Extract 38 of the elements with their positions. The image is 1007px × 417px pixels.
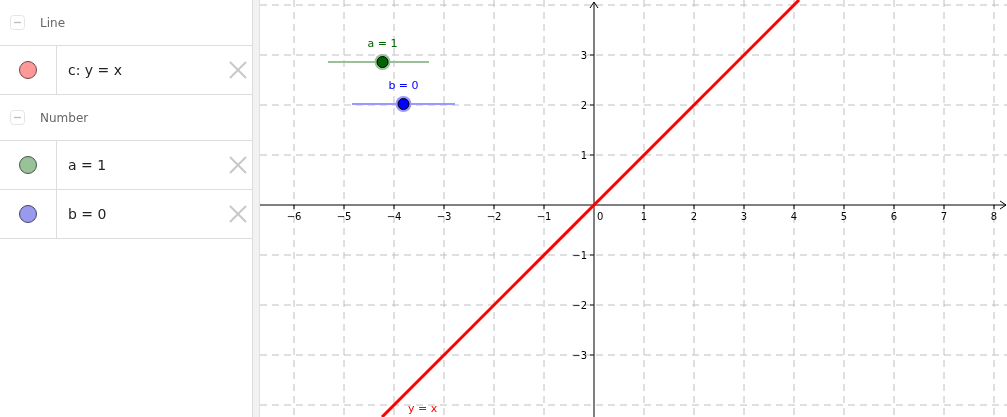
tick-label: −1	[536, 211, 552, 222]
graph-line[interactable]	[380, 0, 801, 417]
slider-label: a = 1	[367, 37, 398, 50]
collapse-toggle[interactable]	[10, 15, 25, 30]
slider-thumb[interactable]	[374, 54, 391, 70]
visibility-toggle[interactable]	[19, 205, 37, 223]
tick-label: 7	[940, 211, 948, 222]
tick-label: −2	[486, 211, 502, 222]
line-label: y = x	[408, 402, 438, 415]
algebra-input[interactable]: b = 0	[68, 206, 229, 222]
splitter-handle[interactable]	[253, 0, 260, 417]
collapse-toggle[interactable]	[10, 110, 25, 125]
tick-label: 3	[740, 211, 748, 222]
tick-label: −4	[386, 211, 402, 222]
visibility-toggle[interactable]	[19, 156, 37, 174]
tick-label: −1	[572, 250, 587, 261]
tick-label: 4	[790, 211, 798, 222]
tick-label: 2	[690, 211, 698, 222]
tick-label: 0	[597, 211, 604, 222]
group-title: Number	[40, 110, 89, 125]
tick-label: 8	[990, 211, 998, 222]
slider-label: b = 0	[388, 79, 419, 92]
group-title: Line	[40, 15, 65, 30]
tick-label: −3	[436, 211, 452, 222]
tick-label: 1	[580, 150, 587, 161]
tick-label: 5	[840, 211, 848, 222]
tick-label: −2	[572, 300, 587, 311]
visibility-toggle[interactable]	[19, 61, 37, 79]
tick-label: 6	[890, 211, 898, 222]
tick-label: 1	[640, 211, 648, 222]
slider-thumb[interactable]	[395, 96, 412, 112]
tick-label: −5	[336, 211, 352, 222]
tick-label: 3	[580, 50, 587, 61]
tick-label: 2	[580, 100, 587, 111]
algebra-input[interactable]: a = 1	[68, 157, 229, 173]
tick-label: −3	[572, 350, 587, 361]
tick-label: −6	[286, 211, 302, 222]
algebra-input[interactable]: c: y = x	[68, 62, 229, 78]
